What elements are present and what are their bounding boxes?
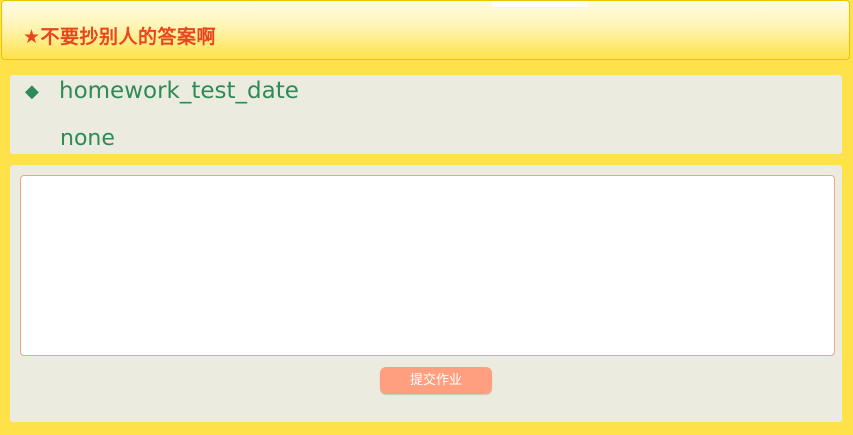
answer-panel: 提交作业 <box>10 165 842 422</box>
question-body: none <box>60 126 115 151</box>
tab-notch <box>492 1 588 7</box>
header-bar: ★不要抄别人的答案啊 <box>1 0 850 60</box>
question-panel: ◆ homework_test_date none <box>10 75 842 154</box>
answer-textarea[interactable] <box>20 175 835 356</box>
page-title: ★不要抄别人的答案啊 <box>23 26 217 48</box>
diamond-bullet-icon: ◆ <box>25 81 39 102</box>
homework-page: ★不要抄别人的答案啊 ◆ homework_test_date none 提交作… <box>0 0 853 435</box>
submit-homework-button[interactable]: 提交作业 <box>380 367 492 394</box>
question-title: homework_test_date <box>59 78 299 104</box>
